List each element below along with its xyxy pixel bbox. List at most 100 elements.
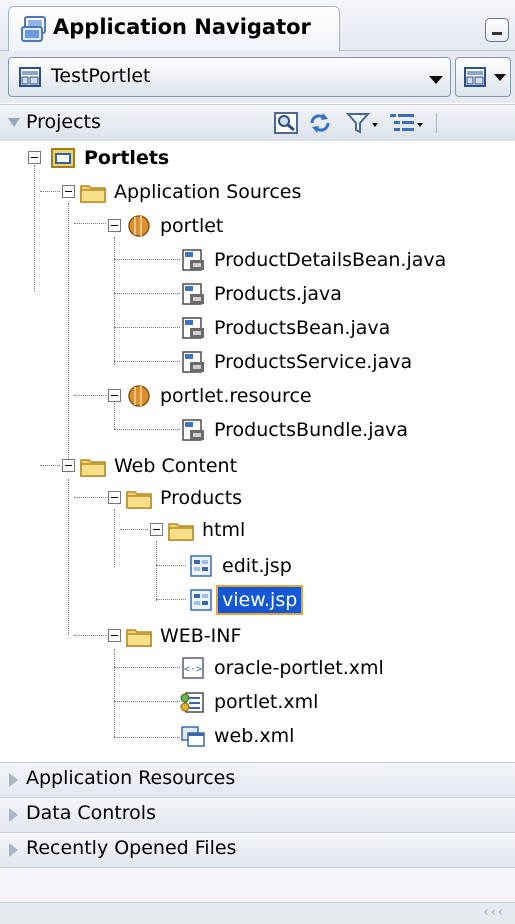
section-recently-opened-files[interactable]: Recently Opened Files [0,832,515,867]
collapse-toggle[interactable] [28,151,41,164]
collapse-toggle[interactable] [150,523,163,536]
portlet-xml-icon [180,692,204,713]
jsp-file-icon [190,555,212,577]
xml-file-icon: <·> [182,657,204,679]
navigator-title-bar: Application Navigator [0,0,515,51]
tree-connector [74,497,106,498]
chevron-down-icon[interactable] [429,76,443,84]
folder-icon [126,491,152,509]
node-label: Web Content [114,455,238,477]
package-icon [128,385,150,407]
tree-connector [120,529,148,530]
node-label: Products [160,487,243,509]
tree-node-java-file[interactable]: ProductDetailsBean.java [180,245,500,275]
node-label: Application Sources [114,181,302,203]
node-label: edit.jsp [222,555,292,577]
project-tree: Portlets Application Sources portlet Pro… [0,141,515,761]
node-label: web.xml [214,725,295,747]
tree-node-package-portlet-resource[interactable]: portlet.resource [126,381,386,411]
collapsed-triangle-icon [9,773,18,787]
node-label: portlet.resource [160,385,312,407]
collapse-toggle[interactable] [108,629,121,642]
collapse-toggle[interactable] [108,389,121,402]
application-menu-button[interactable] [455,57,511,97]
node-label: WEB-INF [160,625,242,647]
section-label: Data Controls [26,802,156,824]
sort-options-icon[interactable] [388,111,426,135]
navigator-status-bar: ‹‹‹ [0,902,515,924]
tab-application-navigator[interactable]: Application Navigator [8,6,340,51]
tree-node-application-sources[interactable]: Application Sources [80,177,360,207]
tree-node-products-folder[interactable]: Products [126,483,326,513]
tree-connector [114,429,180,430]
tree-node-java-file[interactable]: Products.java [180,279,500,309]
section-application-resources[interactable]: Application Resources [0,762,515,797]
application-icon [19,67,41,87]
folder-icon [80,185,106,203]
jsp-file-icon [190,589,212,611]
collapsed-triangle-icon [9,843,18,857]
tree-connector [114,361,180,362]
tree-connector [114,701,180,702]
collapse-toggle[interactable] [62,185,75,198]
filter-icon[interactable] [346,111,380,135]
tree-connector [114,509,115,567]
scroll-left-icon[interactable]: ‹‹‹ [483,905,505,920]
svg-text:<·>: <·> [184,664,202,675]
application-selector-bar: TestPortlet [0,51,515,103]
tree-connector [74,395,106,396]
tree-connector [114,259,180,260]
application-navigator-icon [21,16,46,42]
tree-connector [114,737,180,738]
application-combo[interactable]: TestPortlet [8,57,451,97]
projects-section-header[interactable]: Projects [0,104,515,142]
tree-node-xml-file[interactable]: <·> oracle-portlet.xml [180,653,440,683]
tree-node-html-folder[interactable]: html [168,515,328,545]
collapse-toggle[interactable] [108,491,121,504]
node-label: ProductsBean.java [214,317,391,339]
tree-node-java-file[interactable]: ProductsBean.java [180,313,500,343]
java-class-icon [182,249,204,271]
tree-node-xml-file[interactable]: portlet.xml [180,687,380,717]
project-icon [51,148,75,168]
node-label: oracle-portlet.xml [214,657,384,679]
node-label: Portlets [84,147,170,169]
node-label: Products.java [214,283,342,305]
zoom-icon[interactable] [274,111,300,135]
tree-connector [40,191,60,192]
tree-node-java-file[interactable]: ProductsBundle.java [180,415,480,445]
java-class-icon [182,317,204,339]
collapse-toggle[interactable] [108,219,121,232]
section-data-controls[interactable]: Data Controls [0,797,515,832]
tree-connector [156,541,157,601]
tree-connector [114,649,115,737]
tree-connector [114,327,180,328]
tree-node-package-portlet[interactable]: portlet [126,211,326,241]
tree-node-jsp-file-selected[interactable]: view.jsp [188,585,388,615]
node-label: ProductDetailsBean.java [214,249,447,271]
tree-connector [74,635,106,636]
tree-node-web-inf-folder[interactable]: WEB-INF [126,621,326,651]
tree-node-jsp-file[interactable]: edit.jsp [188,551,388,581]
tree-node-portlets[interactable]: Portlets [50,143,250,173]
tree-node-web-content[interactable]: Web Content [80,451,340,481]
folder-icon [80,459,106,477]
chevron-down-icon [494,74,506,81]
tree-connector [156,599,186,600]
tree-connector [68,479,69,635]
application-menu-icon [464,67,486,87]
node-label: ProductsService.java [214,351,413,373]
collapse-toggle[interactable] [62,459,75,472]
minimize-button[interactable] [485,18,509,42]
tree-node-java-file[interactable]: ProductsService.java [180,347,500,377]
expanded-triangle-icon[interactable] [8,118,20,127]
tree-connector [68,203,69,459]
refresh-icon[interactable] [306,111,334,135]
section-spacer [0,867,515,902]
tree-node-xml-file[interactable]: web.xml [180,721,380,751]
folder-icon [168,523,194,541]
projects-label: Projects [26,111,101,133]
section-label: Recently Opened Files [26,837,237,859]
node-label: ProductsBundle.java [214,419,409,441]
section-label: Application Resources [26,767,236,789]
